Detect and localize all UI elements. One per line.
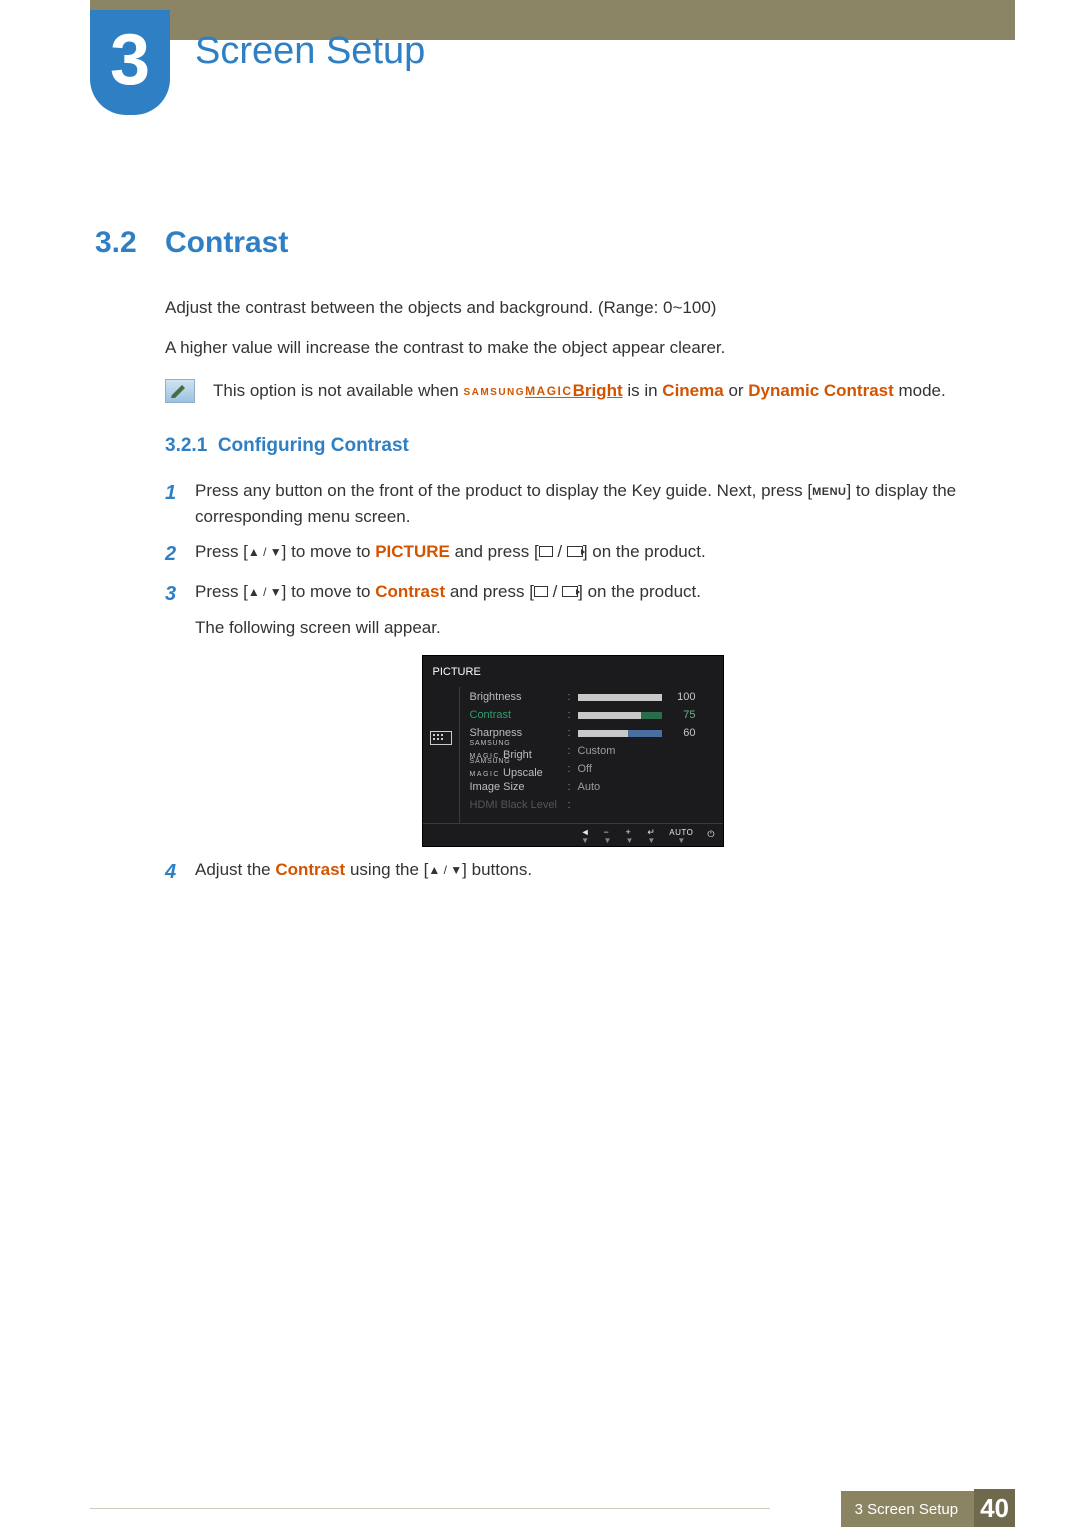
step4-contrast: Contrast — [275, 860, 345, 879]
osd-row-label: SAMSUNGMAGIC Upscale — [470, 758, 564, 782]
step4-c: ] buttons. — [462, 860, 532, 879]
osd-row: HDMI Black Level: — [470, 797, 717, 815]
up-down-arrows-icon: ▲ / ▼ — [428, 863, 462, 877]
note-block: This option is not available when SAMSUN… — [165, 378, 980, 404]
enter-button-icon — [562, 586, 578, 597]
minus-icon: −▼ — [604, 826, 612, 844]
step2-c: and press [ — [450, 542, 539, 561]
osd-row-label: Image Size — [470, 779, 564, 796]
picture-menu-icon — [430, 731, 452, 745]
section-intro-1: Adjust the contrast between the objects … — [165, 295, 980, 321]
osd-row-sep: : — [568, 707, 574, 724]
page-content: 3.2 Contrast Adjust the contrast between… — [165, 40, 980, 887]
osd-row: Image Size:Auto — [470, 779, 717, 797]
step3-b: ] to move to — [282, 582, 376, 601]
chapter-number-badge: 3 — [90, 10, 170, 115]
osd-value-number: 100 — [670, 689, 696, 706]
osd-row: Contrast: 75 — [470, 707, 717, 725]
note-or: or — [724, 381, 749, 400]
step2-d: ] on the product. — [583, 542, 706, 561]
note-cinema: Cinema — [662, 381, 723, 400]
osd-row-label: Contrast — [470, 707, 564, 724]
note-text-prefix: This option is not available when — [213, 381, 463, 400]
step3-d: ] on the product. — [578, 582, 701, 601]
step-4: 4 Adjust the Contrast using the [▲ / ▼] … — [165, 857, 980, 887]
step-number: 3 — [165, 579, 183, 640]
step-number: 1 — [165, 478, 183, 529]
osd-row-sep: : — [568, 779, 574, 796]
osd-value-number: 60 — [670, 725, 696, 742]
subsection-heading: 3.2.1 Configuring Contrast — [165, 432, 980, 461]
osd-footer-icons: ◄▼ −▼ +▼ ↵▼ AUTO▼ ⏻ — [423, 823, 723, 846]
section-heading: 3.2 Contrast — [165, 220, 980, 265]
step-body: Press [▲ / ▼] to move to PICTURE and pre… — [195, 539, 980, 569]
osd-value-number: 75 — [670, 707, 696, 724]
source-button-icon — [534, 586, 548, 597]
osd-row-sep: : — [568, 743, 574, 760]
section-title: Contrast — [165, 220, 288, 265]
subsection-number: 3.2.1 — [165, 435, 207, 456]
back-icon: ◄▼ — [581, 826, 590, 844]
osd-value-text: Auto — [578, 779, 601, 796]
osd-row: Brightness: 100 — [470, 689, 717, 707]
step3-contrast: Contrast — [375, 582, 445, 601]
osd-row: SAMSUNGMAGIC Upscale: Off — [470, 761, 717, 779]
plus-icon: +▼ — [625, 826, 633, 844]
section-intro-2: A higher value will increase the contras… — [165, 335, 980, 361]
note-suffix: mode. — [894, 381, 946, 400]
osd-title: PICTURE — [423, 660, 723, 687]
step3-appear: The following screen will appear. — [195, 615, 980, 641]
step-1: 1 Press any button on the front of the p… — [165, 478, 980, 529]
osd-row-label: HDMI Black Level — [470, 797, 564, 814]
step2-b: ] to move to — [282, 542, 376, 561]
note-bright-word: Bright — [573, 381, 623, 400]
step-number: 4 — [165, 857, 183, 887]
osd-row-sep: : — [568, 761, 574, 778]
osd-row-sep: : — [568, 689, 574, 706]
osd-side-icons — [423, 687, 460, 823]
page-footer: 3 Screen Setup 40 — [0, 1491, 1080, 1527]
osd-value-text: Custom — [578, 743, 616, 760]
note-mid: is in — [623, 381, 663, 400]
osd-value-bar — [578, 694, 662, 701]
footer-chapter-ref: 3 Screen Setup — [855, 1501, 958, 1518]
enter-button-icon — [567, 546, 583, 557]
note-magic-samsung: SAMSUNG — [463, 387, 525, 398]
note-text: This option is not available when SAMSUN… — [213, 378, 946, 404]
step-body: Press any button on the front of the pro… — [195, 478, 980, 529]
osd-row-label: Brightness — [470, 689, 564, 706]
step4-b: using the [ — [345, 860, 428, 879]
step4-a: Adjust the — [195, 860, 275, 879]
step-3: 3 Press [▲ / ▼] to move to Contrast and … — [165, 579, 980, 640]
up-down-arrows-icon: ▲ / ▼ — [248, 585, 282, 599]
step-2: 2 Press [▲ / ▼] to move to PICTURE and p… — [165, 539, 980, 569]
step3-a: Press [ — [195, 582, 248, 601]
step-body: Adjust the Contrast using the [▲ / ▼] bu… — [195, 857, 980, 887]
osd-value-bar — [578, 730, 662, 737]
osd-rows: Brightness:100Contrast:75Sharpness:60SAM… — [460, 687, 723, 823]
power-icon: ⏻ — [707, 828, 714, 842]
auto-icon: AUTO▼ — [669, 826, 693, 844]
pencil-note-icon — [165, 379, 195, 403]
subsection-title: Configuring Contrast — [218, 435, 409, 456]
enter-icon: ↵▼ — [647, 826, 655, 844]
osd-value-text: Off — [578, 761, 592, 778]
chapter-title: Screen Setup — [195, 30, 425, 73]
step-number: 2 — [165, 539, 183, 569]
osd-screenshot: PICTURE Brightness:100Contrast:75Sharpne… — [422, 655, 724, 847]
up-down-arrows-icon: ▲ / ▼ — [248, 545, 282, 559]
step1-a: Press any button on the front of the pro… — [195, 481, 812, 500]
step3-c: and press [ — [445, 582, 534, 601]
step2-picture: PICTURE — [375, 542, 450, 561]
step-body: Press [▲ / ▼] to move to Contrast and pr… — [195, 579, 980, 640]
menu-key-icon: MENU — [812, 486, 846, 498]
note-magic-magic: MAGIC — [525, 384, 573, 398]
osd-row-sep: : — [568, 725, 574, 742]
note-dynamic: Dynamic Contrast — [748, 381, 893, 400]
step2-a: Press [ — [195, 542, 248, 561]
osd-row-sep: : — [568, 797, 574, 814]
source-button-icon — [539, 546, 553, 557]
osd-value-bar — [578, 712, 662, 719]
page-number: 40 — [974, 1489, 1015, 1527]
